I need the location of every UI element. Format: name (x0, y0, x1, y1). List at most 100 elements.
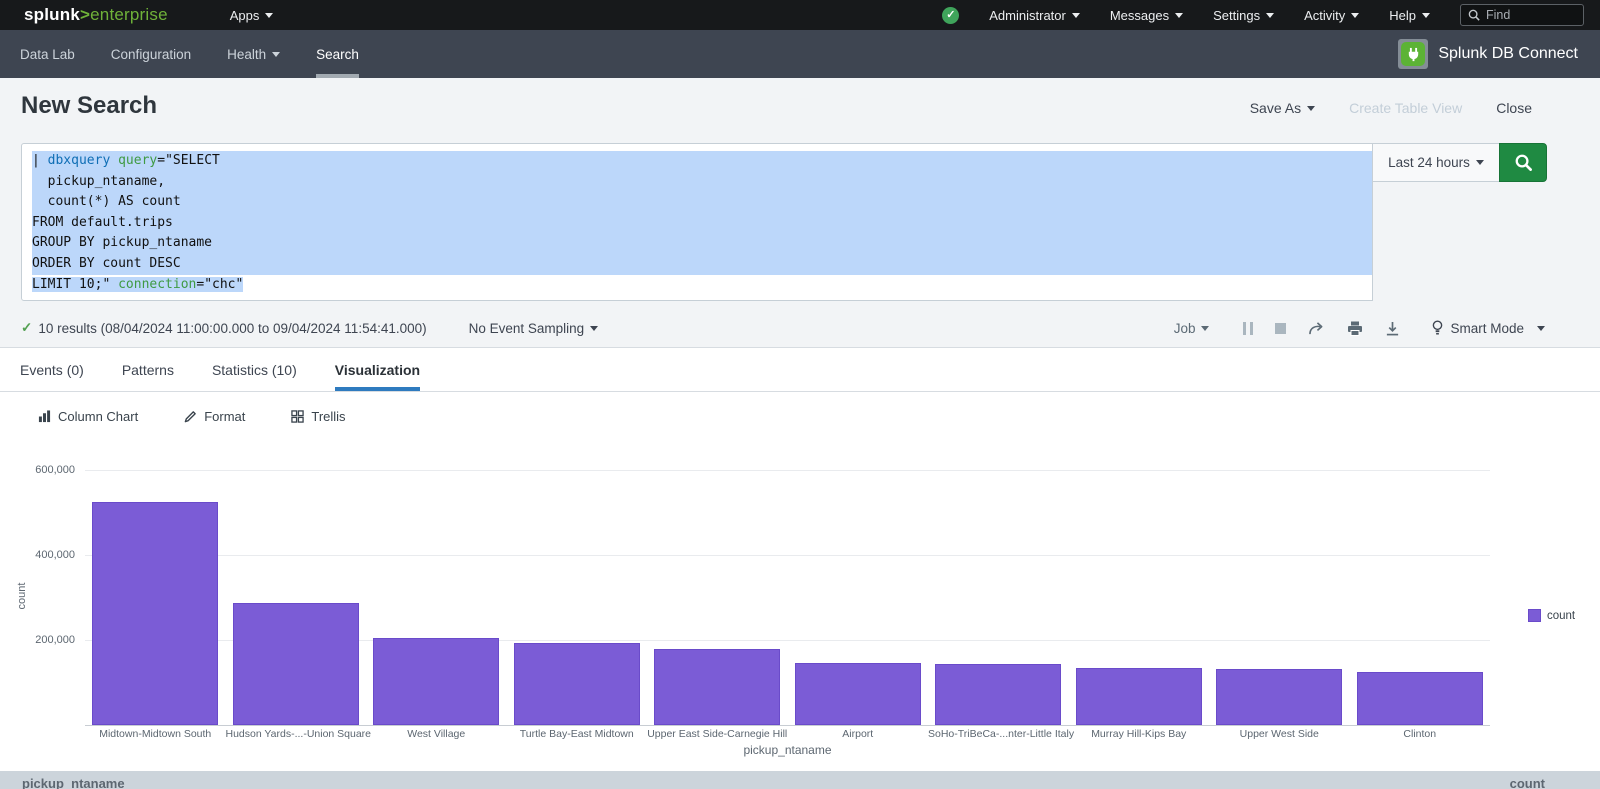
gridline (85, 555, 1490, 556)
tab-statistics[interactable]: Statistics (10) (212, 348, 297, 391)
save-as-button[interactable]: Save As (1250, 100, 1315, 116)
apps-menu[interactable]: Apps (230, 8, 274, 23)
stop-button[interactable] (1275, 323, 1286, 334)
share-button[interactable] (1308, 321, 1325, 336)
activity-menu[interactable]: Activity (1304, 8, 1359, 23)
y-axis-title: count (16, 576, 28, 616)
event-sampling-label: No Event Sampling (469, 321, 585, 336)
settings-menu[interactable]: Settings (1213, 8, 1274, 23)
chevron-down-icon (1266, 13, 1274, 18)
gridline (85, 470, 1490, 471)
app-brand-label: Splunk DB Connect (1438, 45, 1578, 63)
app-nav-items: Data Lab Configuration Health Search (20, 30, 359, 78)
x-tick-label: Midtown-Midtown South (85, 728, 226, 740)
health-status-icon[interactable] (942, 7, 959, 24)
bar-Airport[interactable] (795, 663, 921, 725)
find-placeholder: Find (1486, 8, 1510, 22)
close-button[interactable]: Close (1496, 100, 1532, 116)
chart-type-picker[interactable]: Column Chart (38, 409, 138, 424)
results-check-icon: ✓ (21, 320, 32, 336)
job-status-row: ✓ 10 results (08/04/2024 11:00:00.000 to… (0, 308, 1600, 348)
chevron-down-icon (1307, 106, 1315, 111)
tab-patterns[interactable]: Patterns (122, 348, 174, 391)
nav-item-search[interactable]: Search (316, 30, 359, 78)
x-tick-label: Upper West Side (1209, 728, 1350, 740)
pause-icon (1243, 322, 1253, 335)
save-as-label: Save As (1250, 100, 1301, 116)
event-sampling-menu[interactable]: No Event Sampling (469, 321, 599, 336)
chevron-down-icon (272, 52, 280, 57)
x-axis-title: pickup_ntaname (85, 743, 1490, 757)
bar-Murray Hill-Kips Bay[interactable] (1076, 668, 1202, 725)
nav-item-configuration[interactable]: Configuration (111, 30, 191, 78)
time-range-label: Last 24 hours (1388, 155, 1470, 170)
x-tick-label: Clinton (1350, 728, 1491, 740)
messages-menu[interactable]: Messages (1110, 8, 1183, 23)
bar-Midtown-Midtown South[interactable] (92, 502, 218, 725)
bar-SoHo-TriBeCa-...nter-Little Italy[interactable] (935, 664, 1061, 725)
search-mode-menu[interactable]: Smart Mode (1432, 320, 1545, 336)
nav-label: Health (227, 47, 266, 62)
app-nav-bar: Data Lab Configuration Health Search Spl… (0, 30, 1600, 78)
bar-West Village[interactable] (373, 638, 499, 725)
pause-button[interactable] (1243, 322, 1253, 335)
trellis-grid-icon (291, 410, 304, 423)
time-range-picker[interactable]: Last 24 hours (1372, 143, 1500, 182)
search-icon (1468, 9, 1480, 21)
bar-Clinton[interactable] (1357, 672, 1483, 725)
search-submit-button[interactable] (1499, 143, 1547, 182)
administrator-menu[interactable]: Administrator (989, 8, 1080, 23)
nav-label: Configuration (111, 47, 191, 62)
splunk-logo[interactable]: splunk>enterprise (24, 5, 168, 25)
trellis-label: Trellis (311, 409, 345, 424)
table-column-pickup-ntaname[interactable]: pickup_ntaname (22, 776, 125, 789)
bar-Turtle Bay-East Midtown[interactable] (514, 643, 640, 725)
download-icon (1385, 321, 1400, 336)
trellis-button[interactable]: Trellis (291, 409, 345, 424)
table-column-count[interactable]: count (1510, 776, 1545, 789)
nav-label: Search (316, 47, 359, 62)
app-brand[interactable]: Splunk DB Connect (1398, 30, 1578, 78)
job-menu[interactable]: Job (1174, 321, 1210, 336)
print-button[interactable] (1347, 321, 1363, 336)
legend-swatch (1528, 609, 1541, 622)
y-tick-label: 600,000 (23, 464, 75, 476)
tab-events[interactable]: Events (0) (20, 348, 84, 391)
chevron-down-icon (1351, 13, 1359, 18)
export-button[interactable] (1385, 321, 1400, 336)
tab-label: Visualization (335, 362, 420, 378)
statistics-table-header[interactable]: pickup_ntaname count (0, 771, 1600, 789)
messages-label: Messages (1110, 8, 1169, 23)
help-menu[interactable]: Help (1389, 8, 1430, 23)
nav-item-data-lab[interactable]: Data Lab (20, 30, 75, 78)
bar-Upper West Side[interactable] (1216, 669, 1342, 725)
chevron-down-icon (1175, 13, 1183, 18)
chevron-down-icon (1422, 13, 1430, 18)
query-line: | dbxquery query="SELECT (32, 151, 1372, 172)
page-title: New Search (21, 92, 157, 120)
bar-Hudson Yards-...-Union Square[interactable] (233, 603, 359, 725)
visualization-toolbar: Column Chart Format Trellis (0, 392, 1600, 440)
legend-label: count (1547, 610, 1575, 622)
help-label: Help (1389, 8, 1416, 23)
tab-visualization[interactable]: Visualization (335, 348, 420, 391)
y-tick-label: 400,000 (23, 549, 75, 561)
tab-label: Events (0) (20, 362, 84, 378)
chevron-down-icon (1072, 13, 1080, 18)
tab-label: Statistics (10) (212, 362, 297, 378)
search-query-input[interactable]: | dbxquery query="SELECT pickup_ntaname,… (21, 143, 1373, 301)
format-button[interactable]: Format (184, 409, 245, 424)
x-tick-label: Airport (788, 728, 929, 740)
x-tick-label: SoHo-TriBeCa-...nter-Little Italy (928, 728, 1069, 740)
chevron-down-icon (590, 326, 598, 331)
search-header-section: New Search Save As Create Table View Clo… (0, 78, 1600, 348)
bar-Upper East Side-Carnegie Hill[interactable] (654, 649, 780, 725)
format-label: Format (204, 409, 245, 424)
stop-icon (1275, 323, 1286, 334)
nav-label: Data Lab (20, 47, 75, 62)
header-actions: Save As Create Table View Close (1250, 100, 1532, 116)
top-chrome-bar: splunk>enterprise Apps Administrator Mes… (0, 0, 1600, 30)
nav-item-health[interactable]: Health (227, 30, 280, 78)
find-search-input[interactable]: Find (1460, 4, 1584, 26)
chart-legend[interactable]: count (1528, 609, 1575, 622)
